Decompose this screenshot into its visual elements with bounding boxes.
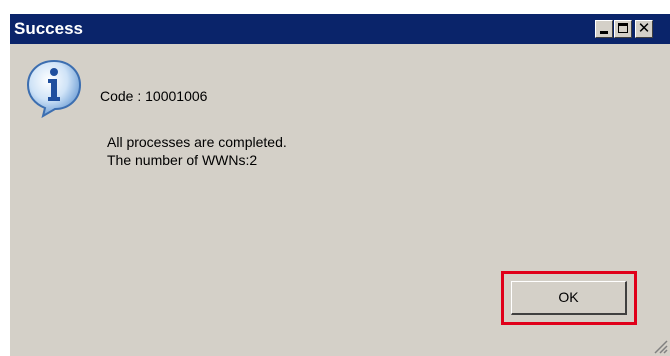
success-dialog: Success ✕ Code : 10001006 All processes … (9, 13, 670, 356)
ok-button-highlight: OK (501, 271, 637, 325)
maximize-button[interactable] (614, 20, 632, 38)
close-button[interactable]: ✕ (635, 19, 653, 38)
info-icon (26, 59, 82, 118)
minimize-button[interactable] (595, 20, 613, 38)
message-line-1: All processes are completed. (107, 134, 287, 150)
close-icon: ✕ (637, 19, 651, 37)
ok-button[interactable]: OK (511, 281, 627, 315)
message-code: Code : 10001006 (100, 88, 208, 104)
title-bar[interactable]: Success ✕ (10, 14, 670, 44)
resize-grip-icon[interactable] (652, 338, 668, 354)
maximize-icon (618, 23, 628, 33)
message-line-2: The number of WWNs:2 (107, 152, 258, 168)
window-title: Success (14, 19, 83, 38)
minimize-icon (600, 31, 608, 34)
